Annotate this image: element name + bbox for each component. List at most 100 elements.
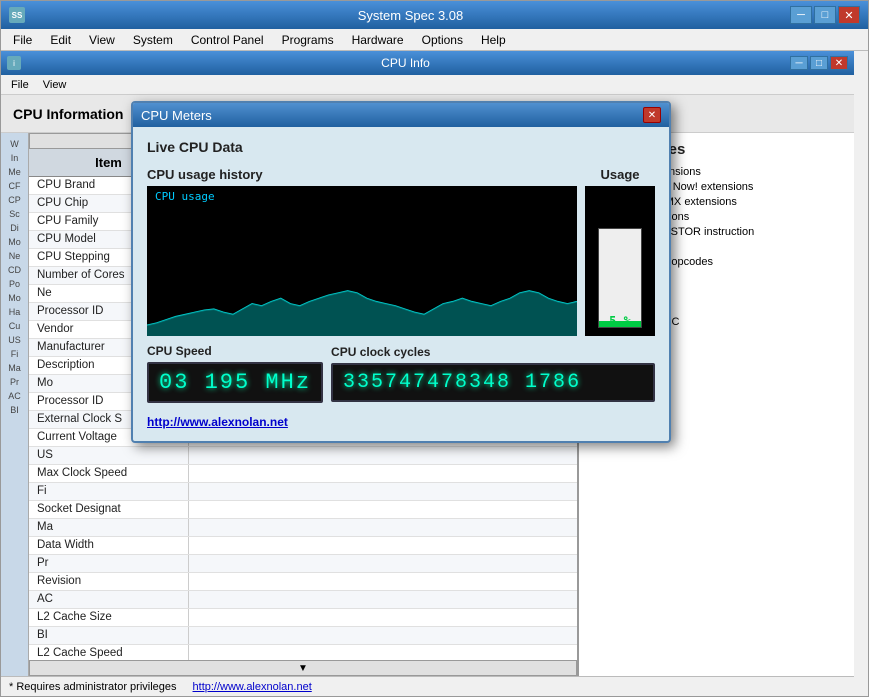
table-scroll-down[interactable]: ▼ [29, 660, 577, 676]
table-row: Revision [29, 573, 577, 591]
outer-window-title: System Spec 3.08 [31, 8, 790, 23]
td-item: Revision [29, 573, 189, 590]
inner-close-button[interactable]: ✕ [830, 56, 848, 70]
table-row: Data Width [29, 537, 577, 555]
inner-minimize-button[interactable]: ─ [790, 56, 808, 70]
td-details [189, 537, 577, 554]
cpu-speed-display: 03 195 MHz [147, 362, 323, 403]
left-nav-ma[interactable]: Ma [1, 361, 28, 375]
usage-column: Usage 5 % [585, 167, 655, 336]
usage-percent: 5 % [609, 314, 631, 328]
inner-window-title: CPU Info [381, 56, 430, 70]
left-nav-cf[interactable]: CF [1, 179, 28, 193]
td-details [189, 555, 577, 572]
outer-window: SS System Spec 3.08 ─ □ ✕ File Edit View… [0, 0, 869, 697]
left-nav-ha[interactable]: Ha [1, 305, 28, 319]
cpu-info-section-title: CPU Information [13, 106, 123, 122]
usage-header: Usage [600, 167, 639, 182]
outer-close-button[interactable]: ✕ [838, 6, 860, 24]
inner-title-bar: i CPU Info ─ □ ✕ [1, 51, 854, 75]
history-usage-row: CPU usage history CPU usage [147, 167, 655, 336]
outer-title-bar: SS System Spec 3.08 ─ □ ✕ [1, 1, 868, 29]
td-item: L2 Cache Speed [29, 645, 189, 660]
inner-window-controls: ─ □ ✕ [790, 56, 848, 70]
clock-cycles-label: CPU clock cycles [331, 345, 655, 359]
status-link[interactable]: http://www.alexnolan.net [193, 681, 312, 693]
menu-system[interactable]: System [125, 31, 181, 49]
inner-menu-view[interactable]: View [37, 78, 73, 92]
left-nav-mo1[interactable]: Mo [1, 235, 28, 249]
left-nav-di[interactable]: Di [1, 221, 28, 235]
cpu-clock-cycles-display: 335747478348 1786 [331, 363, 655, 402]
left-nav-ac[interactable]: AC [1, 389, 28, 403]
td-item: Data Width [29, 537, 189, 554]
meters-display-row: CPU Speed 03 195 MHz CPU clock cycles 33… [147, 344, 655, 403]
status-bar: * Requires administrator privileges http… [1, 676, 854, 696]
cpu-meters-dialog[interactable]: CPU Meters ✕ Live CPU Data CPU usage his… [131, 101, 671, 443]
table-row: L2 Cache Size [29, 609, 577, 627]
left-nav-w[interactable]: W [1, 137, 28, 151]
menu-options[interactable]: Options [414, 31, 471, 49]
left-nav-ne[interactable]: Ne [1, 249, 28, 263]
td-item: Socket Designat [29, 501, 189, 518]
dialog-section-title: Live CPU Data [147, 139, 655, 155]
left-nav-pr[interactable]: Pr [1, 375, 28, 389]
td-details [189, 645, 577, 660]
history-column: CPU usage history CPU usage [147, 167, 577, 336]
inner-menu-bar: File View [1, 75, 854, 95]
left-nav-cp[interactable]: CP [1, 193, 28, 207]
clock-group: CPU clock cycles 335747478348 1786 [331, 345, 655, 402]
td-details [189, 483, 577, 500]
table-row: L2 Cache Speed [29, 645, 577, 660]
td-details [189, 573, 577, 590]
left-nav-us[interactable]: US [1, 333, 28, 347]
outer-minimize-button[interactable]: ─ [790, 6, 812, 24]
menu-help[interactable]: Help [473, 31, 514, 49]
inner-menu-file[interactable]: File [5, 78, 35, 92]
left-nav-sc[interactable]: Sc [1, 207, 28, 221]
left-nav: W In Me CF CP Sc Di Mo Ne CD Po Mo Ha Cu… [1, 133, 29, 676]
outer-maximize-button[interactable]: □ [814, 6, 836, 24]
history-chart: CPU usage [147, 186, 577, 336]
td-details [189, 447, 577, 464]
dialog-link[interactable]: http://www.alexnolan.net [147, 415, 655, 429]
left-nav-me[interactable]: Me [1, 165, 28, 179]
left-nav-cu[interactable]: Cu [1, 319, 28, 333]
table-row: Fi [29, 483, 577, 501]
menu-edit[interactable]: Edit [42, 31, 79, 49]
inner-app-icon: i [7, 56, 21, 70]
left-nav-fi[interactable]: Fi [1, 347, 28, 361]
table-row: Ma [29, 519, 577, 537]
table-row: Max Clock Speed [29, 465, 577, 483]
dialog-title-bar: CPU Meters ✕ [133, 103, 669, 127]
left-nav-cd[interactable]: CD [1, 263, 28, 277]
left-nav-po[interactable]: Po [1, 277, 28, 291]
td-item: Fi [29, 483, 189, 500]
left-nav-bi[interactable]: BI [1, 403, 28, 417]
menu-control-panel[interactable]: Control Panel [183, 31, 272, 49]
menu-programs[interactable]: Programs [274, 31, 342, 49]
td-item: L2 Cache Size [29, 609, 189, 626]
td-item: BI [29, 627, 189, 644]
inner-maximize-button[interactable]: □ [810, 56, 828, 70]
table-row: AC [29, 591, 577, 609]
td-details [189, 465, 577, 482]
outer-menu-bar: File Edit View System Control Panel Prog… [1, 29, 868, 51]
td-item: Ma [29, 519, 189, 536]
menu-view[interactable]: View [81, 31, 123, 49]
menu-file[interactable]: File [5, 31, 40, 49]
left-nav-mo2[interactable]: Mo [1, 291, 28, 305]
td-item: Max Clock Speed [29, 465, 189, 482]
td-item: US [29, 447, 189, 464]
history-chart-cpu-label: CPU usage [155, 190, 215, 203]
dialog-close-button[interactable]: ✕ [643, 107, 661, 123]
td-details [189, 519, 577, 536]
admin-note: * Requires administrator privileges [9, 681, 177, 693]
left-nav-in[interactable]: In [1, 151, 28, 165]
menu-hardware[interactable]: Hardware [344, 31, 412, 49]
table-row: US [29, 447, 577, 465]
usage-bar-inner [598, 228, 642, 328]
td-details [189, 591, 577, 608]
dialog-title: CPU Meters [141, 108, 212, 123]
td-item: AC [29, 591, 189, 608]
